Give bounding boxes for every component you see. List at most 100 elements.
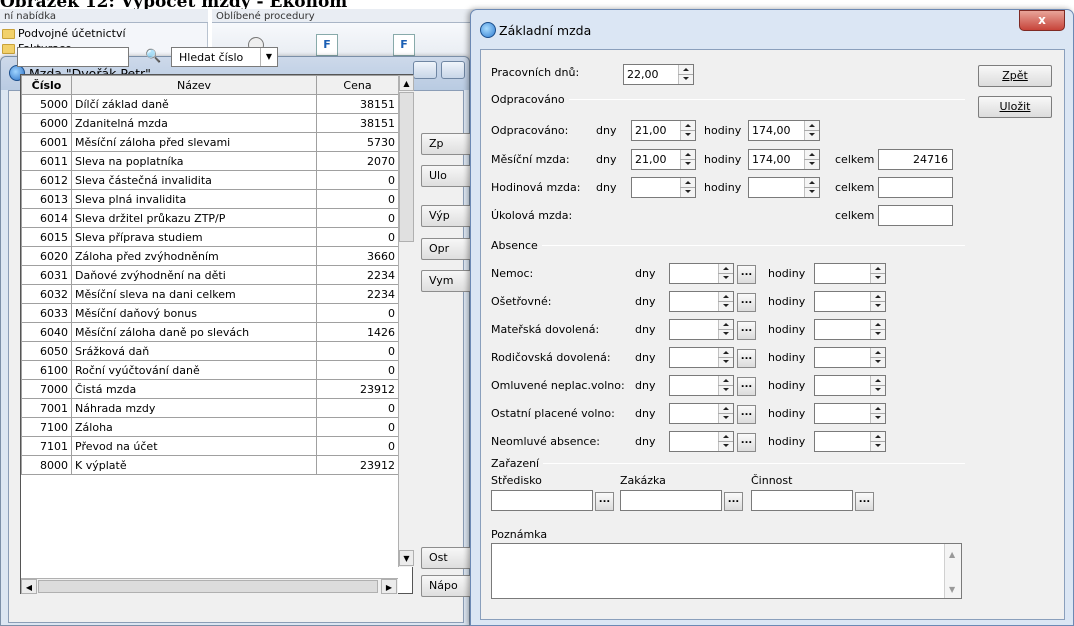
odpracovano-dny-spinner[interactable]: 21,00 [631,120,696,141]
absence-3-hodiny-spinner[interactable] [814,347,886,368]
hodinova-dny-spinner[interactable] [631,177,696,198]
scroll-right-icon[interactable]: ▶ [381,579,397,594]
horizontal-scrollbar[interactable]: ◀ ▶ [21,578,398,594]
table-row[interactable]: 7100 Záloha 0 [21,417,399,437]
column-header-cena[interactable]: Cena [316,75,399,95]
hodinova-hodiny-spinner[interactable] [748,177,820,198]
table-row[interactable]: 6020 Záloha před zvýhodněním 3660 [21,246,399,266]
mesicni-dny-spinner[interactable]: 21,00 [631,149,696,170]
table-row[interactable]: 6050 Srážková daň 0 [21,341,399,361]
binoculars-icon[interactable]: 🔍 [145,49,161,64]
zakladni-mzda-dialog: Základní mzda x Pracovních dnů: 22,00 Zp… [470,9,1074,626]
absence-1-hodiny-spinner[interactable] [814,291,886,312]
hodinova-celkem-field[interactable] [878,177,953,198]
table-row[interactable]: 6031 Daňové zvýhodnění na děti 2234 [21,265,399,285]
absence-4-hodiny-spinner[interactable] [814,375,886,396]
zakazka-field[interactable] [620,490,722,511]
absence-5-lookup-button[interactable]: ... [737,405,756,424]
absence-6-dny-spinner[interactable] [669,431,734,452]
absence-2-lookup-button[interactable]: ... [737,321,756,340]
pracovnich-dnu-spinner[interactable]: 22,00 [623,64,694,85]
table-row[interactable]: 6012 Sleva částečná invalidita 0 [21,170,399,190]
absence-2-hodiny-spinner[interactable] [814,319,886,340]
scroll-down-icon[interactable]: ▼ [399,550,414,566]
column-header-cislo[interactable]: Číslo [21,75,72,95]
row-cislo: 7101 [21,436,72,456]
absence-3-lookup-button[interactable]: ... [737,349,756,368]
dialog-titlebar[interactable]: Základní mzda x [471,10,1073,48]
absence-0-hodiny-spinner[interactable] [814,263,886,284]
table-row[interactable]: 7000 Čistá mzda 23912 [21,379,399,399]
form-icon-2[interactable]: F [393,34,415,56]
absence-2-dny-spinner[interactable] [669,319,734,340]
maximize-button[interactable] [441,61,465,79]
absence-6-lookup-button[interactable]: ... [737,433,756,452]
ukolova-celkem-field[interactable] [878,205,953,226]
left-panel-tab[interactable]: ní nabídka [0,9,208,23]
pracovnich-dnu-label: Pracovních dnů: [491,66,580,79]
table-row[interactable]: 7001 Náhrada mzdy 0 [21,398,399,418]
odpracovano-hodiny-spinner[interactable]: 174,00 [748,120,820,141]
row-cena: 1426 [316,322,399,342]
table-row[interactable]: 6011 Sleva na poplatníka 2070 [21,151,399,171]
cinnost-field[interactable] [751,490,853,511]
column-header-nazev[interactable]: Název [71,75,317,95]
absence-1-dny-spinner[interactable] [669,291,734,312]
mesicni-hodiny-value: 174,00 [752,153,791,166]
tree-item-label: Podvojné účetnictví [18,27,126,40]
stredisko-field[interactable] [491,490,593,511]
cinnost-lookup-button[interactable]: ... [855,492,874,511]
row-cislo: 6013 [21,189,72,209]
absence-5-hodiny-spinner[interactable] [814,403,886,424]
table-row[interactable]: 6100 Roční vyúčtování daně 0 [21,360,399,380]
table-row[interactable]: 6015 Sleva příprava studiem 0 [21,227,399,247]
row-cena: 0 [316,360,399,380]
row-cislo: 6011 [21,151,72,171]
ulozit-dialog-button[interactable]: Uložit [978,96,1052,118]
chevron-down-icon[interactable]: ▼ [260,48,277,66]
tree-item-podvojne[interactable]: Podvojné účetnictví [2,27,126,40]
stredisko-lookup-button[interactable]: ... [595,492,614,511]
absence-4-label: Omluvené neplac.volno: [491,379,625,392]
scroll-left-icon[interactable]: ◀ [21,579,37,594]
poznamka-textarea[interactable]: ▲ ▼ [491,543,962,599]
table-row[interactable]: 8000 K výplatě 23912 [21,455,399,475]
table-row[interactable]: 6014 Sleva držitel průkazu ZTP/P 0 [21,208,399,228]
table-row[interactable]: 5000 Dílčí základ daně 38151 [21,94,399,114]
scrollbar-thumb[interactable] [38,580,378,593]
favorites-tab[interactable]: Oblíbené procedury [212,9,474,23]
zpet-dialog-button[interactable]: Zpět [978,65,1052,87]
absence-1-lookup-button[interactable]: ... [737,293,756,312]
form-icon[interactable]: F [316,34,338,56]
table-row[interactable]: 6032 Měsíční sleva na dani celkem 2234 [21,284,399,304]
table-row[interactable]: 6013 Sleva plná invalidita 0 [21,189,399,209]
table-row[interactable]: 6001 Měsíční záloha před slevami 5730 [21,132,399,152]
vertical-scrollbar[interactable]: ▲ ▼ [944,544,961,598]
scroll-down-icon[interactable]: ▼ [949,585,955,594]
absence-4-lookup-button[interactable]: ... [737,377,756,396]
search-mode-select[interactable]: Hledat číslo ▼ [171,47,278,67]
mesicni-celkem-field[interactable]: 24716 [878,149,953,170]
minimize-button[interactable] [413,61,437,79]
row-cislo: 6033 [21,303,72,323]
table-row[interactable]: 7101 Převod na účet 0 [21,436,399,456]
absence-4-dny-spinner[interactable] [669,375,734,396]
dialog-title: Základní mzda [499,23,592,38]
absence-0-lookup-button[interactable]: ... [737,265,756,284]
table-row[interactable]: 6040 Měsíční záloha daně po slevách 1426 [21,322,399,342]
scroll-up-icon[interactable]: ▲ [949,550,955,559]
vertical-scrollbar[interactable]: ▲ ▼ [398,75,414,567]
close-button[interactable]: x [1019,10,1065,31]
absence-5-dny-spinner[interactable] [669,403,734,424]
scrollbar-thumb[interactable] [399,92,414,242]
table-row[interactable]: 6033 Měsíční daňový bonus 0 [21,303,399,323]
absence-0-dny-spinner[interactable] [669,263,734,284]
scroll-up-icon[interactable]: ▲ [399,75,414,91]
zakazka-lookup-button[interactable]: ... [724,492,743,511]
absence-3-dny-spinner[interactable] [669,347,734,368]
search-input[interactable] [17,47,129,67]
mesicni-hodiny-spinner[interactable]: 174,00 [748,149,820,170]
absence-6-hodiny-spinner[interactable] [814,431,886,452]
table-row[interactable]: 6000 Zdanitelná mzda 38151 [21,113,399,133]
dny-label: dny [635,407,656,420]
